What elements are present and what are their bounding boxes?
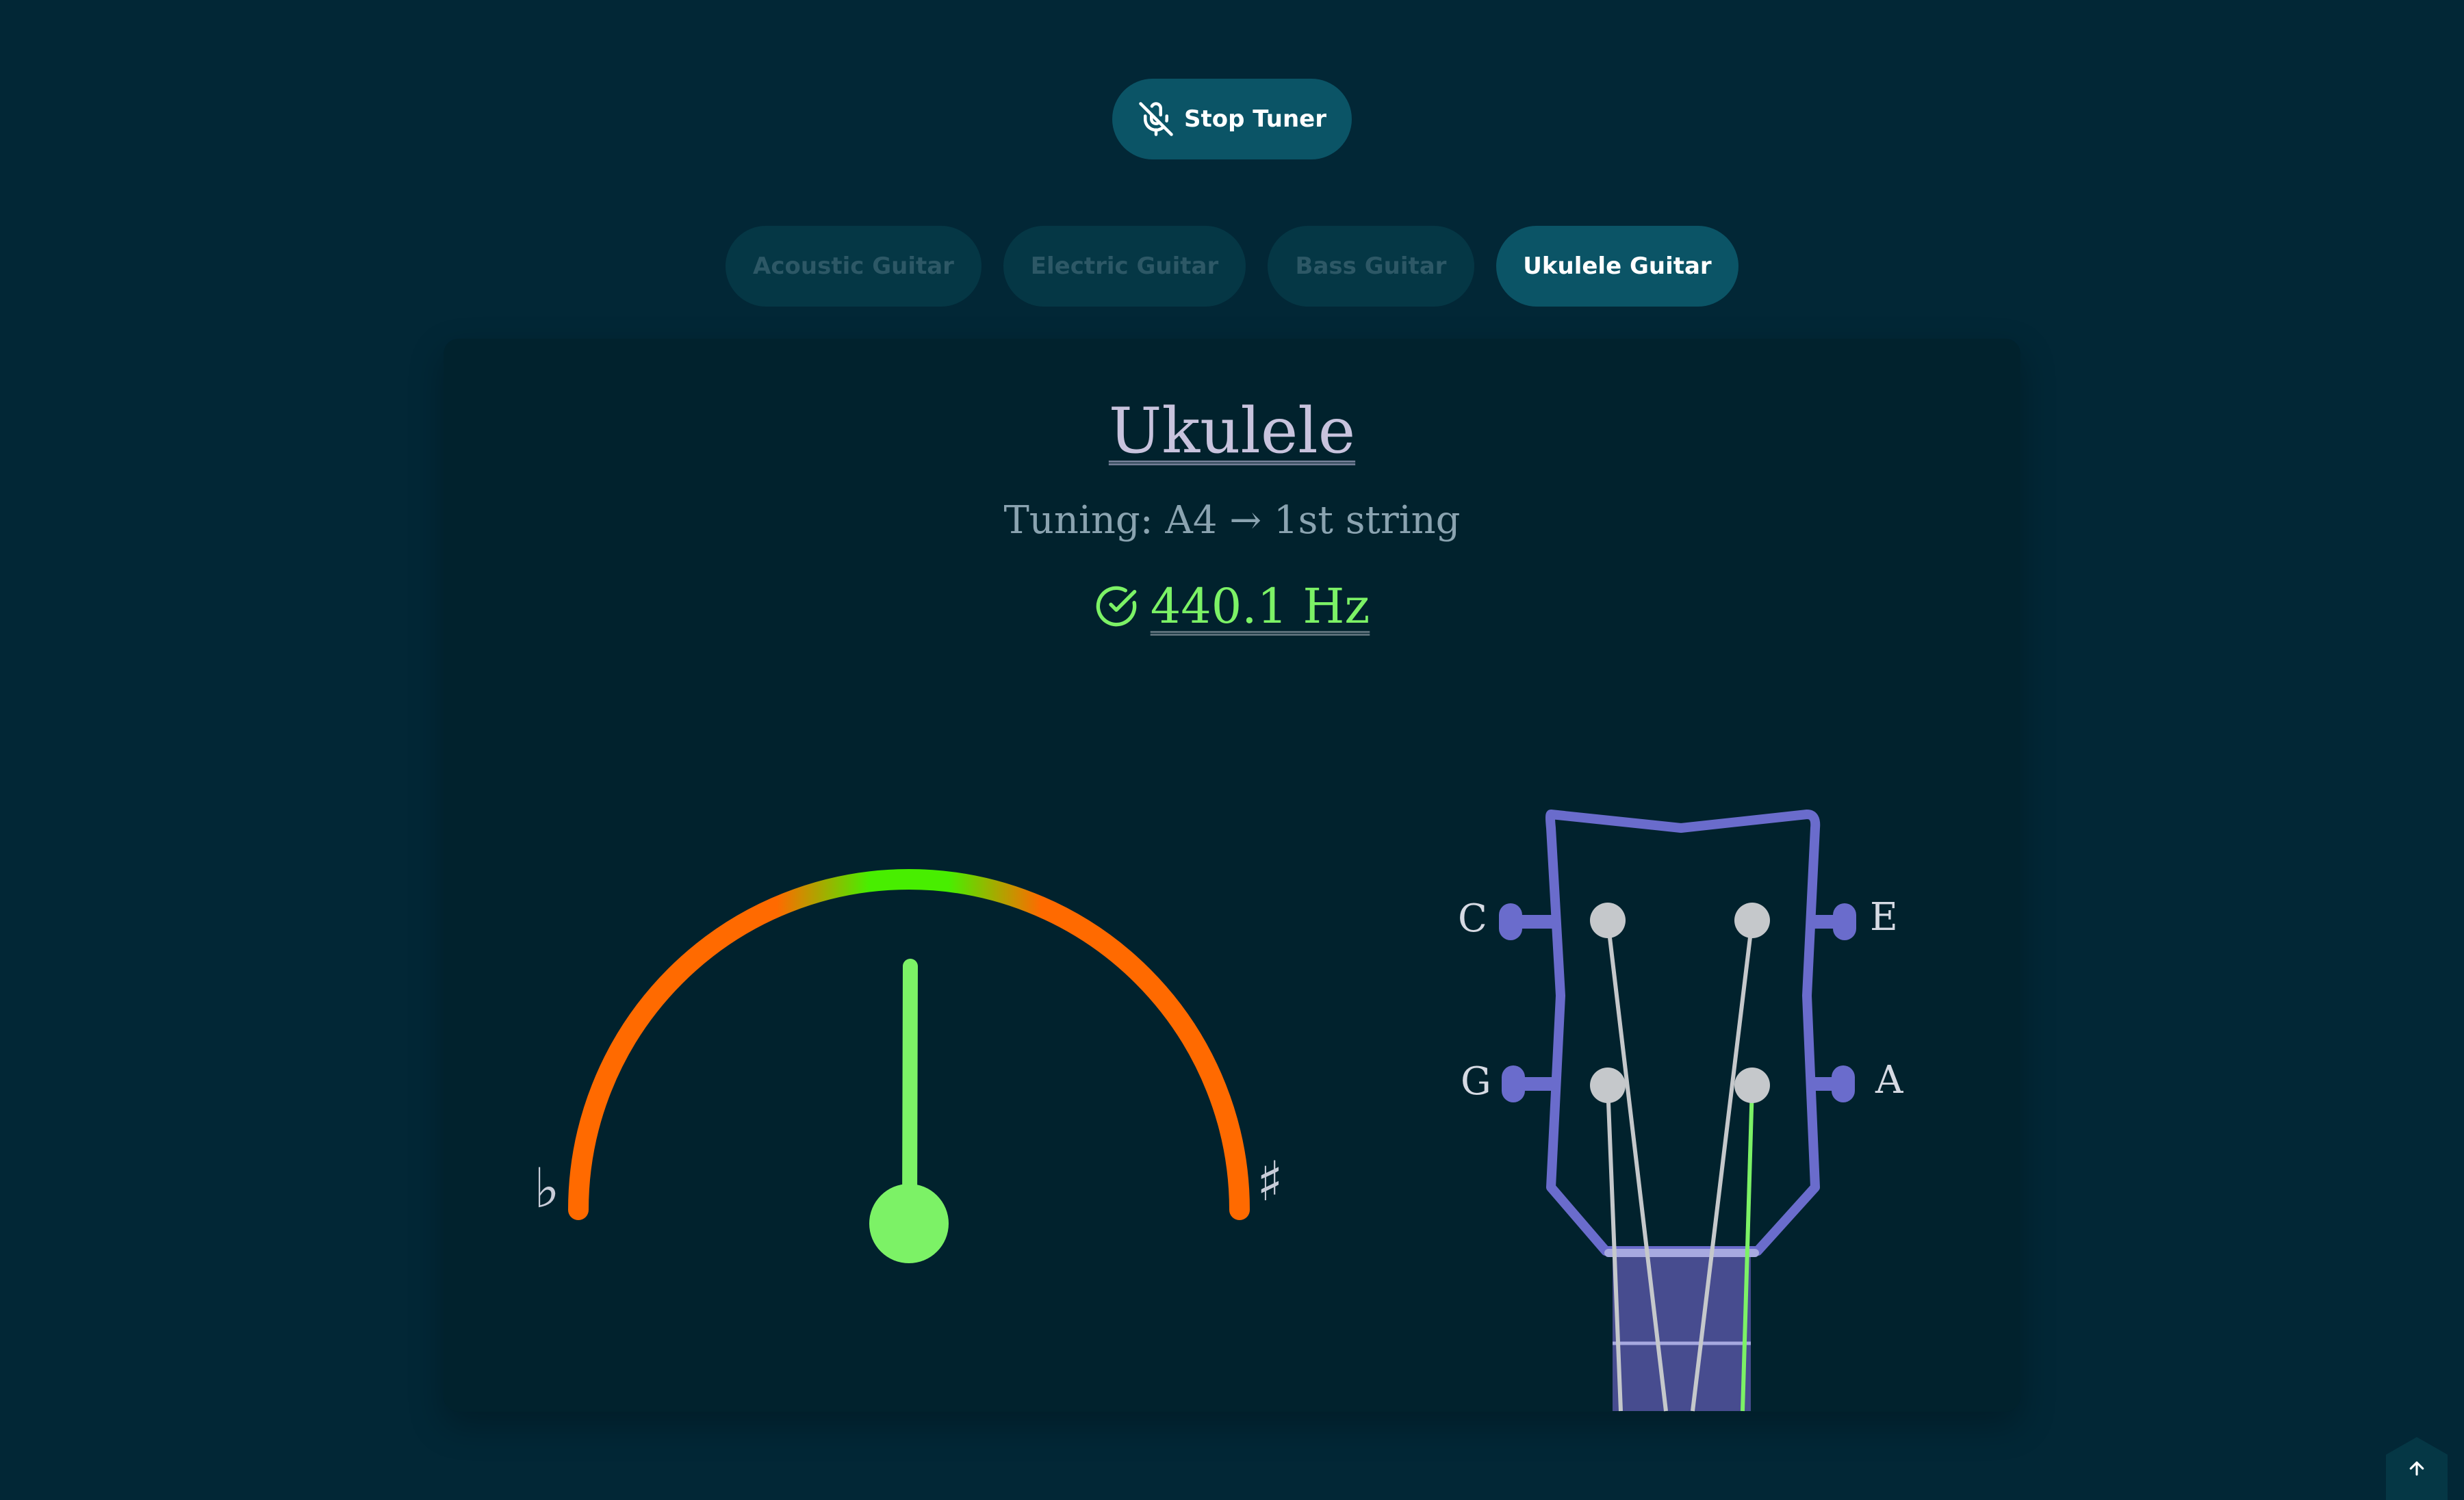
sharp-symbol: ♯ — [1257, 1150, 1283, 1213]
string-label-a[interactable]: A — [1875, 1058, 1903, 1102]
fretboard — [1613, 1247, 1751, 1411]
gauge-pivot — [869, 1184, 949, 1263]
scroll-to-top-button[interactable] — [2386, 1437, 2448, 1500]
tab-label: Electric Guitar — [1030, 253, 1219, 280]
ukulele-headstock — [1499, 810, 1856, 1412]
instrument-title-text: Ukulele — [1108, 394, 1356, 467]
tab-label: Bass Guitar — [1295, 253, 1447, 280]
tuner-post-e — [1734, 903, 1770, 938]
tab-acoustic-guitar[interactable]: Acoustic Guitar — [726, 226, 981, 307]
tab-bass-guitar[interactable]: Bass Guitar — [1268, 226, 1474, 307]
tab-label: Acoustic Guitar — [753, 253, 954, 280]
string-label-g[interactable]: G — [1461, 1059, 1491, 1104]
check-circle-icon — [1096, 586, 1137, 627]
mic-off-icon — [1139, 102, 1173, 136]
string-label-c[interactable]: C — [1458, 896, 1487, 941]
tuner-post-a — [1734, 1068, 1770, 1103]
stop-tuner-button[interactable]: Stop Tuner — [1112, 79, 1352, 159]
tuning-gauge — [568, 869, 1250, 1263]
frequency-readout: 440.1 Hz — [0, 578, 2464, 634]
tab-ukulele-guitar[interactable]: Ukulele Guitar — [1496, 226, 1738, 307]
stop-tuner-label: Stop Tuner — [1184, 105, 1326, 133]
tuner-post-g — [1590, 1068, 1626, 1103]
arrow-up-icon — [2409, 1461, 2424, 1476]
instrument-tabs: Acoustic Guitar Electric Guitar Bass Gui… — [0, 226, 2464, 307]
tuning-info: Tuning: A4 → 1st string — [1003, 498, 1461, 543]
tab-electric-guitar[interactable]: Electric Guitar — [1003, 226, 1246, 307]
tuning-peg-c[interactable] — [1499, 903, 1558, 940]
headstock-outline — [1545, 810, 1821, 1256]
instrument-title: Ukulele — [0, 393, 2464, 469]
tuner-post-c — [1590, 903, 1626, 938]
frequency-value: 440.1 Hz — [1150, 578, 1370, 634]
tab-label: Ukulele Guitar — [1523, 253, 1712, 280]
string-label-e[interactable]: E — [1870, 895, 1898, 940]
flat-symbol: ♭ — [534, 1156, 560, 1220]
